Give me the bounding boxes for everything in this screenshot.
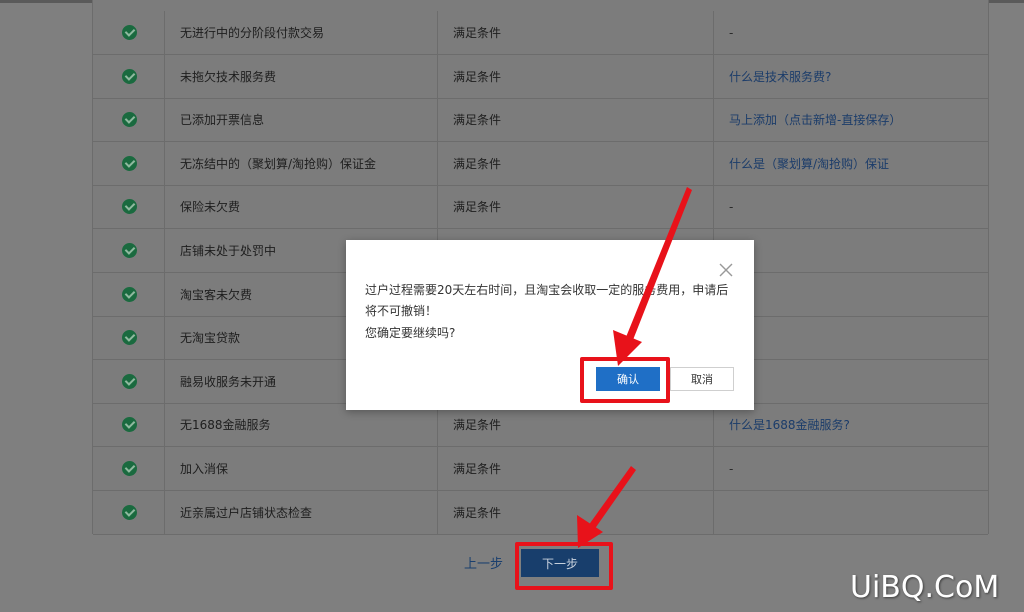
check-circle-icon xyxy=(122,461,137,476)
condition-name: 已添加开票信息 xyxy=(165,98,438,143)
help-placeholder: - xyxy=(729,26,734,40)
condition-name: 无冻结中的（聚划算/淘抢购）保证金 xyxy=(165,141,438,186)
condition-status: 满足条件 xyxy=(438,11,714,55)
status-icon-cell xyxy=(93,490,165,535)
table-row: 近亲属过户店铺状态检查 满足条件 xyxy=(93,490,988,535)
check-circle-icon xyxy=(122,504,137,520)
table-row: 无进行中的分阶段付款交易 满足条件 - xyxy=(93,11,988,55)
close-icon[interactable] xyxy=(718,262,734,278)
previous-step-link[interactable]: 上一步 xyxy=(464,553,503,572)
help-placeholder xyxy=(714,491,988,535)
status-icon-cell xyxy=(93,316,165,361)
dialog-question: 您确定要继续吗? xyxy=(365,326,456,340)
status-icon-cell xyxy=(93,359,165,404)
help-placeholder xyxy=(714,360,988,404)
help-placeholder xyxy=(714,316,988,360)
condition-name: 无进行中的分阶段付款交易 xyxy=(165,11,438,55)
check-circle-icon xyxy=(122,25,137,40)
table-row: 已添加开票信息 满足条件 马上添加（点击新增-直接保存） xyxy=(93,98,988,143)
condition-name: 加入消保 xyxy=(165,447,438,491)
help-link[interactable]: 什么是（聚划算/淘抢购）保证 xyxy=(714,142,988,186)
check-circle-icon xyxy=(122,417,137,433)
condition-status: 满足条件 xyxy=(438,54,714,99)
condition-name: 保险未欠费 xyxy=(165,185,438,230)
table-row: 保险未欠费 满足条件 - xyxy=(93,185,988,230)
status-icon-cell xyxy=(93,11,165,55)
help-placeholder: - xyxy=(729,200,734,215)
table-row: 无冻结中的（聚划算/淘抢购）保证金 满足条件 什么是（聚划算/淘抢购）保证 xyxy=(93,141,988,186)
help-placeholder: - xyxy=(729,462,734,476)
table-row: 加入消保 满足条件 - xyxy=(93,447,988,491)
watermark-text: UiBQ.CoM xyxy=(850,570,1000,605)
condition-status: 满足条件 xyxy=(438,141,714,186)
condition-status: 满足条件 xyxy=(438,447,714,491)
status-icon-cell xyxy=(93,272,165,317)
condition-status: 满足条件 xyxy=(438,185,714,230)
check-circle-icon xyxy=(122,286,137,302)
status-icon-cell xyxy=(93,185,165,230)
table-row: 未拖欠技术服务费 满足条件 什么是技术服务费? xyxy=(93,54,988,99)
condition-status: 满足条件 xyxy=(438,490,714,535)
status-icon-cell xyxy=(93,141,165,186)
next-step-button[interactable]: 下一步 xyxy=(521,549,599,577)
check-circle-icon xyxy=(122,112,137,128)
status-icon-cell xyxy=(93,403,165,448)
help-placeholder xyxy=(714,229,988,273)
cancel-button[interactable]: 取消 xyxy=(670,367,734,391)
check-circle-icon xyxy=(122,330,137,346)
help-link[interactable]: 马上添加（点击新增-直接保存） xyxy=(714,98,988,142)
help-placeholder xyxy=(714,273,988,317)
status-icon-cell xyxy=(93,447,165,491)
check-circle-icon xyxy=(122,243,137,258)
condition-status: 满足条件 xyxy=(438,98,714,143)
confirm-button[interactable]: 确认 xyxy=(596,367,660,391)
help-link[interactable]: 什么是技术服务费? xyxy=(714,55,988,99)
condition-name: 未拖欠技术服务费 xyxy=(165,54,438,99)
check-circle-icon xyxy=(122,68,137,84)
status-icon-cell xyxy=(93,229,165,273)
check-circle-icon xyxy=(122,199,137,215)
dialog-message: 过户过程需要20天左右时间，且淘宝会收取一定的服务费用，申请后将不可撤销！ xyxy=(365,283,729,318)
check-circle-icon xyxy=(122,373,137,389)
condition-name: 近亲属过户店铺状态检查 xyxy=(165,490,438,535)
confirm-dialog: 过户过程需要20天左右时间，且淘宝会收取一定的服务费用，申请后将不可撤销！ 您确… xyxy=(346,240,754,410)
help-link[interactable]: 什么是1688金融服务? xyxy=(714,403,988,447)
check-circle-icon xyxy=(122,155,137,171)
status-icon-cell xyxy=(93,54,165,99)
status-icon-cell xyxy=(93,98,165,143)
